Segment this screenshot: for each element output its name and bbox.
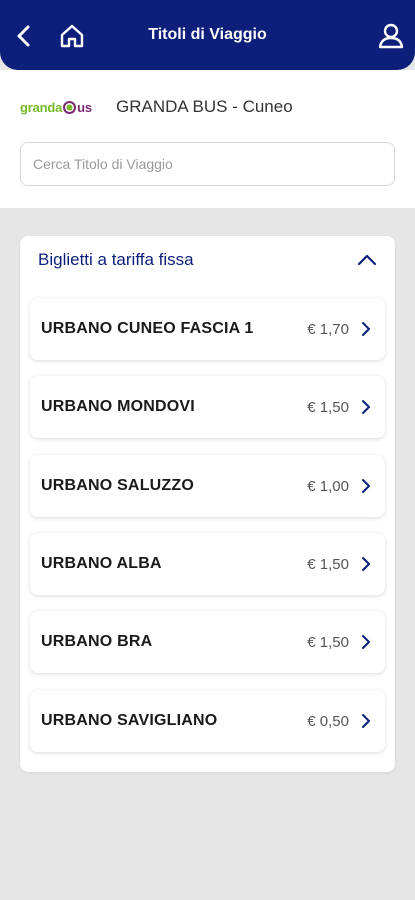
search-input[interactable] [20, 142, 395, 186]
ticket-price: € 1,00 [307, 477, 349, 495]
ticket-row[interactable]: URBANO MONDOVI € 1,50 [30, 376, 385, 438]
section-header[interactable]: Biglietti a tariffa fissa [20, 236, 395, 284]
page-title: Titoli di Viaggio [148, 26, 267, 43]
home-button[interactable] [56, 20, 88, 52]
ticket-price: € 1,50 [307, 555, 349, 573]
ticket-name: URBANO SAVIGLIANO [41, 712, 218, 729]
chevron-right-icon [359, 320, 373, 338]
section-title: Biglietti a tariffa fissa [38, 250, 194, 269]
ticket-price: € 1,50 [307, 633, 349, 651]
home-icon [60, 24, 84, 48]
operator-name: GRANDA BUS - Cuneo [116, 97, 293, 116]
logo-text-bus: us [77, 99, 92, 115]
operator-panel: granda us GRANDA BUS - Cuneo [0, 70, 415, 208]
ticket-row[interactable]: URBANO CUNEO FASCIA 1 € 1,70 [30, 298, 385, 360]
ticket-price: € 1,70 [307, 320, 349, 338]
chevron-right-icon [359, 477, 373, 495]
logo-text-granda: granda [20, 99, 63, 115]
ticket-row[interactable]: URBANO ALBA € 1,50 [30, 533, 385, 595]
ticket-name: URBANO SALUZZO [41, 477, 195, 494]
ticket-row[interactable]: URBANO BRA € 1,50 [30, 611, 385, 673]
logo-bus-icon [63, 100, 77, 114]
ticket-price: € 0,50 [307, 712, 349, 730]
ticket-price: € 1,50 [307, 398, 349, 416]
chevron-right-icon [359, 633, 373, 651]
ticket-name: URBANO CUNEO FASCIA 1 [41, 320, 254, 337]
ticket-name: URBANO ALBA [41, 555, 162, 572]
ticket-row[interactable]: URBANO SAVIGLIANO € 0,50 [30, 690, 385, 752]
ticket-section-card: Biglietti a tariffa fissa URBANO CUNEO F… [20, 236, 395, 772]
chevron-right-icon [359, 712, 373, 730]
chevron-right-icon [359, 555, 373, 573]
chevron-right-icon [359, 398, 373, 416]
app-header: Titoli di Viaggio [0, 0, 415, 70]
ticket-name: URBANO MONDOVI [41, 398, 195, 415]
ticket-name: URBANO BRA [41, 633, 153, 650]
ticket-row[interactable]: URBANO SALUZZO € 1,00 [30, 455, 385, 517]
chevron-up-icon[interactable] [357, 250, 377, 270]
chevron-left-icon [17, 25, 30, 47]
profile-button[interactable] [375, 20, 407, 52]
granda-bus-logo: granda us [20, 100, 100, 115]
operator-info: granda us GRANDA BUS - Cuneo [20, 92, 293, 122]
back-button[interactable] [8, 20, 40, 52]
user-icon [378, 23, 404, 49]
